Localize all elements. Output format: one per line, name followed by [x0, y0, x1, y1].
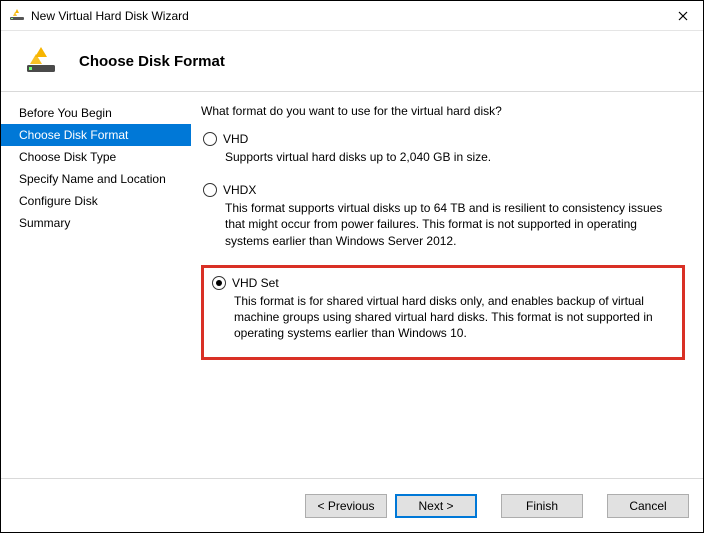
option-vhd-label: VHD	[223, 132, 248, 146]
highlight-box: VHD Set This format is for shared virtua…	[201, 265, 685, 361]
step-choose-disk-type[interactable]: Choose Disk Type	[1, 146, 191, 168]
wizard-window: New Virtual Hard Disk Wizard Choose Disk…	[0, 0, 704, 533]
wizard-footer: < Previous Next > Finish Cancel	[1, 478, 703, 532]
option-vhdx-label: VHDX	[223, 183, 256, 197]
disk-wizard-icon	[25, 45, 57, 77]
option-vhdx-desc: This format supports virtual disks up to…	[225, 200, 683, 249]
app-icon	[9, 8, 25, 24]
finish-button[interactable]: Finish	[501, 494, 583, 518]
radio-vhd-set[interactable]	[212, 276, 226, 290]
radio-vhdx[interactable]	[203, 183, 217, 197]
option-vhd-set[interactable]: VHD Set This format is for shared virtua…	[210, 274, 676, 348]
page-title: Choose Disk Format	[79, 53, 225, 70]
wizard-content: What format do you want to use for the v…	[191, 92, 703, 478]
wizard-steps-sidebar: Before You Begin Choose Disk Format Choo…	[1, 92, 191, 478]
option-vhd-set-desc: This format is for shared virtual hard d…	[234, 293, 674, 342]
option-vhd-set-label: VHD Set	[232, 276, 279, 290]
option-vhd[interactable]: VHD Supports virtual hard disks up to 2,…	[201, 130, 685, 171]
step-specify-name-location[interactable]: Specify Name and Location	[1, 168, 191, 190]
step-configure-disk[interactable]: Configure Disk	[1, 190, 191, 212]
next-button[interactable]: Next >	[395, 494, 477, 518]
titlebar: New Virtual Hard Disk Wizard	[1, 1, 703, 31]
step-choose-disk-format[interactable]: Choose Disk Format	[1, 124, 191, 146]
option-vhdx[interactable]: VHDX This format supports virtual disks …	[201, 181, 685, 255]
close-button[interactable]	[663, 1, 703, 31]
window-title: New Virtual Hard Disk Wizard	[31, 9, 663, 23]
wizard-header: Choose Disk Format	[1, 31, 703, 91]
cancel-button[interactable]: Cancel	[607, 494, 689, 518]
format-prompt: What format do you want to use for the v…	[201, 104, 685, 118]
radio-vhd[interactable]	[203, 132, 217, 146]
option-vhd-desc: Supports virtual hard disks up to 2,040 …	[225, 149, 683, 165]
previous-button[interactable]: < Previous	[305, 494, 387, 518]
step-summary[interactable]: Summary	[1, 212, 191, 234]
step-before-you-begin[interactable]: Before You Begin	[1, 102, 191, 124]
wizard-body: Before You Begin Choose Disk Format Choo…	[1, 92, 703, 478]
